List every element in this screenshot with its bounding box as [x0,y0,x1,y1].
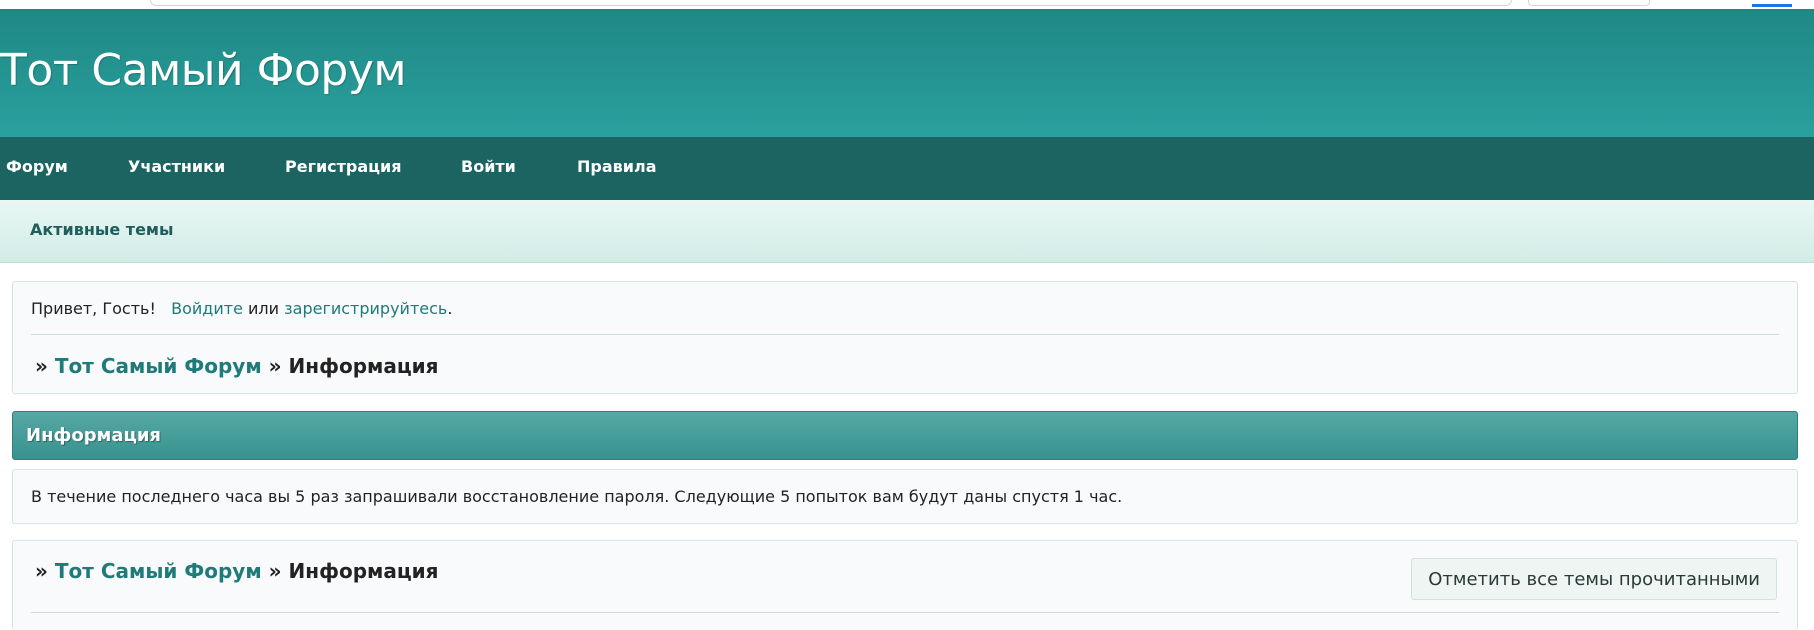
nav-item-rules[interactable]: Правила [577,157,657,176]
info-message-panel: В течение последнего часа вы 5 раз запра… [12,469,1798,524]
breadcrumb-separator: » [35,559,48,583]
nav-item-register[interactable]: Регистрация [285,157,402,176]
register-link[interactable]: зарегистрируйтесь [284,299,447,318]
info-title: Информация [26,425,161,446]
breadcrumb-separator: » [268,354,282,378]
welcome-panel: Привет, Гость! Войдите или зарегистрируй… [12,281,1798,394]
breadcrumb-separator: » [35,354,48,378]
footer-divider [31,612,1779,613]
info-panel-header: Информация [12,411,1798,460]
period-text: . [447,299,453,318]
sub-navbar: Активные темы [0,200,1814,263]
breadcrumb-home-link[interactable]: Тот Самый Форум [55,354,262,378]
breadcrumb: » Тот Самый Форум » Информация [35,354,439,378]
breadcrumb-separator: » [268,559,282,583]
subnav-item-active-topics[interactable]: Активные темы [30,220,173,239]
breadcrumb-current: Информация [288,559,439,583]
site-title[interactable]: Тот Самый Форум [0,49,407,93]
footer-panel: » Тот Самый Форум » Информация Отметить … [12,540,1798,630]
breadcrumb-bottom: » Тот Самый Форум » Информация [35,559,439,583]
nav-item-login[interactable]: Войти [461,157,516,176]
site-header: Тот Самый Форум [0,9,1814,138]
mark-all-read-button[interactable]: Отметить все темы прочитанными [1411,558,1777,600]
welcome-line: Привет, Гость! Войдите или зарегистрируй… [31,299,452,318]
main-navbar: Форум Участники Регистрация Войти Правил… [0,137,1814,200]
browser-chrome-remnant [0,0,1814,9]
info-message: В течение последнего часа вы 5 раз запра… [31,487,1123,506]
browser-button-edge [1528,0,1650,6]
login-link[interactable]: Войдите [171,299,243,318]
nav-item-members[interactable]: Участники [128,157,225,176]
browser-accent-edge [1752,0,1792,7]
breadcrumb-home-link[interactable]: Тот Самый Форум [55,559,262,583]
nav-item-forum[interactable]: Форум [6,157,68,176]
greeting-text: Привет, Гость! [31,299,156,318]
address-bar-edge [150,0,1512,6]
or-text: или [248,299,280,318]
breadcrumb-current: Информация [288,354,439,378]
welcome-divider [31,334,1779,335]
